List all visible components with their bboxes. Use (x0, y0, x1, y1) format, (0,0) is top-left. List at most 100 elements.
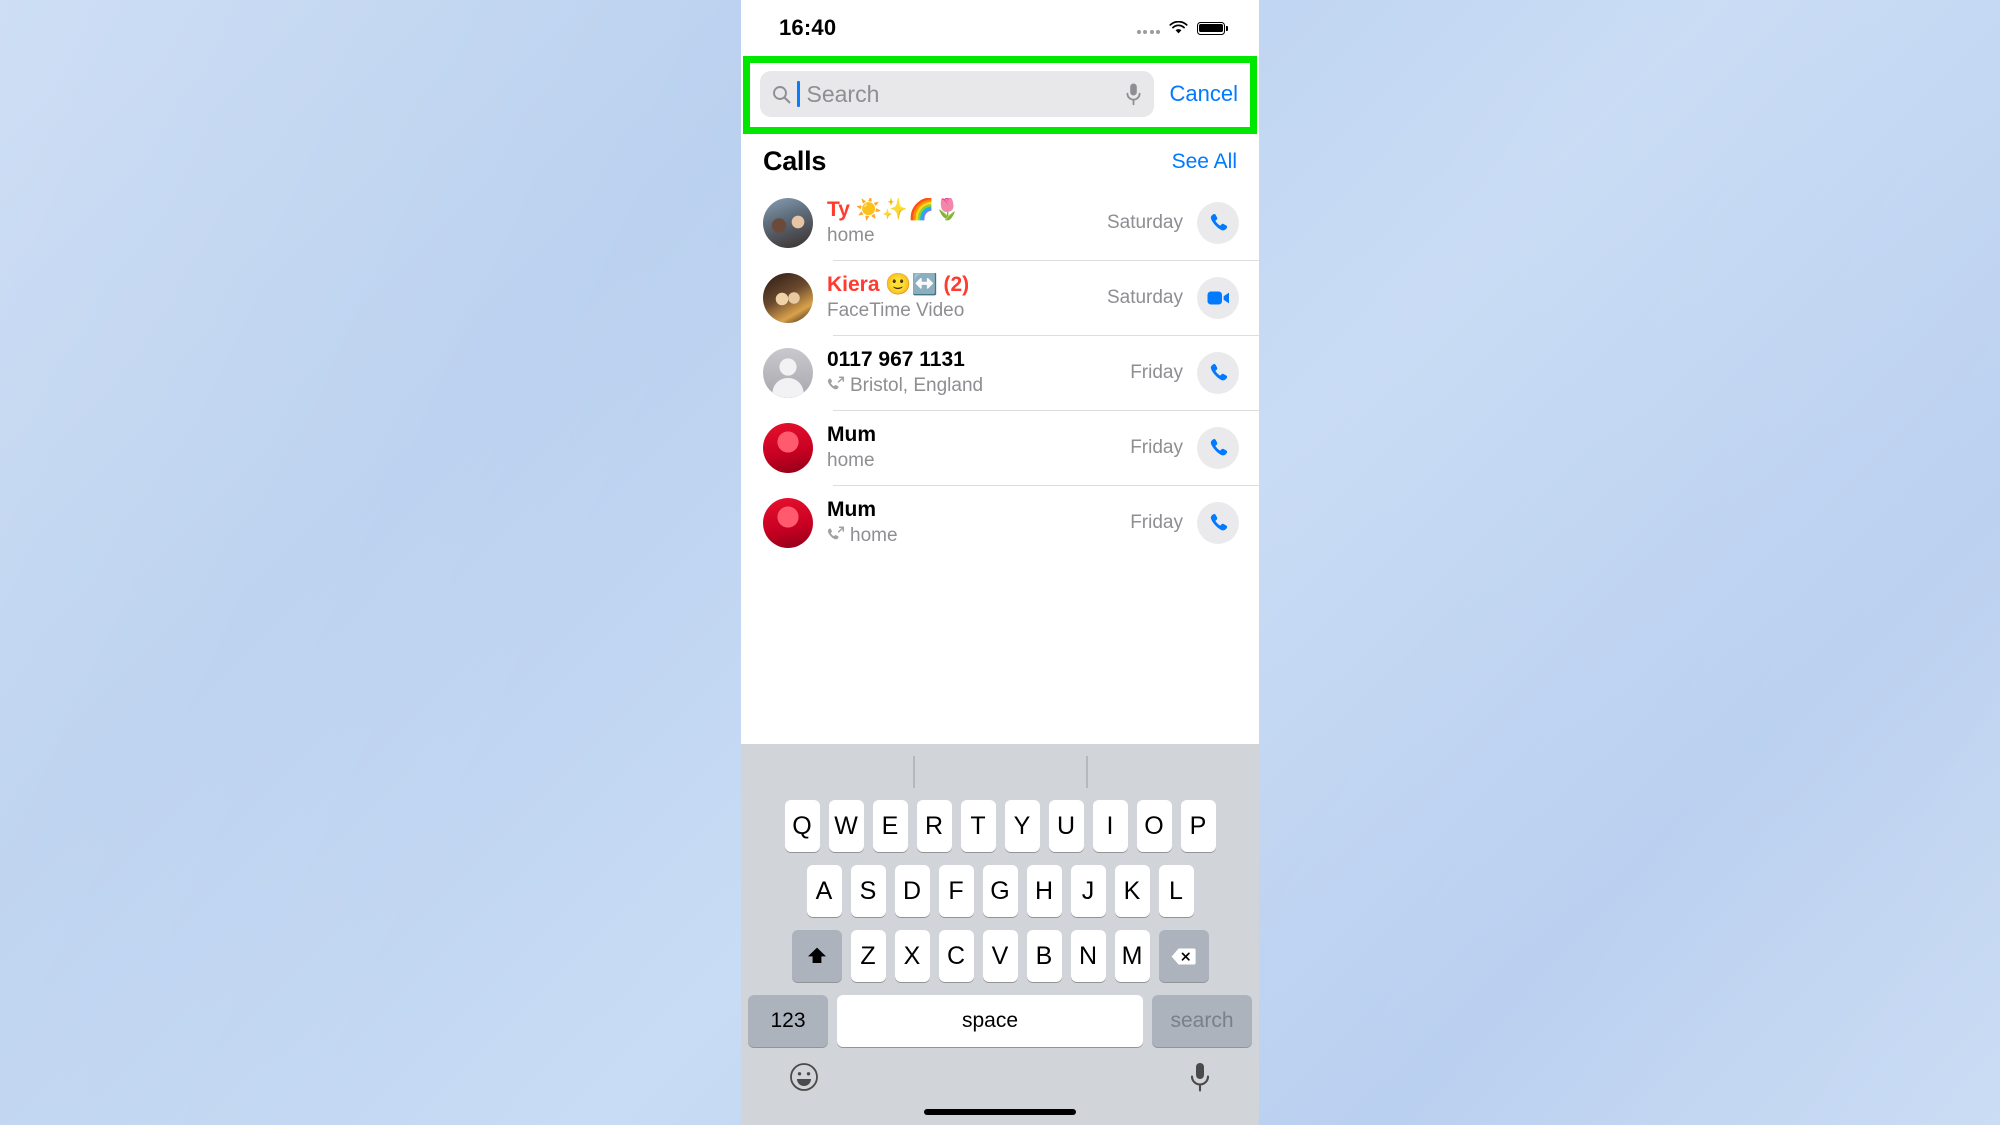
phone-icon[interactable] (1197, 501, 1239, 544)
caller-name: 0117 967 1131 (827, 348, 965, 371)
key-o[interactable]: O (1136, 800, 1172, 852)
call-timestamp: Saturday (1106, 286, 1183, 308)
avatar (763, 347, 813, 398)
keyboard-rows: QWERTYUIOP ASDFGHJKL ZXCVBNM 123 space s… (741, 800, 1259, 1047)
magnifier-icon (772, 85, 791, 104)
key-s[interactable]: S (850, 865, 886, 917)
table-row[interactable]: Kiera 🙂↔️ (2) FaceTime Video Saturday (741, 260, 1259, 335)
keyboard-row-3: ZXCVBNM (746, 930, 1254, 982)
wifi-icon (1169, 20, 1188, 35)
search-bar[interactable]: Search Cancel (760, 71, 1240, 117)
smiley-face-icon[interactable] (789, 1062, 819, 1097)
outgoing-call-icon (827, 375, 845, 397)
search-bar-highlight: Search Cancel (743, 56, 1257, 134)
key-h[interactable]: H (1026, 865, 1062, 917)
key-y[interactable]: Y (1004, 800, 1040, 852)
keyboard-row-4: 123 space search (746, 995, 1254, 1047)
key-p[interactable]: P (1180, 800, 1216, 852)
key-i[interactable]: I (1092, 800, 1128, 852)
avatar (763, 497, 813, 548)
key-z[interactable]: Z (850, 930, 886, 982)
call-detail: home (827, 450, 1130, 472)
call-detail: home (827, 525, 1130, 547)
key-q[interactable]: Q (784, 800, 820, 852)
signal-dots-icon (1136, 22, 1160, 34)
phone-icon[interactable] (1197, 201, 1239, 244)
key-g[interactable]: G (982, 865, 1018, 917)
search-key[interactable]: search (1152, 995, 1252, 1047)
row-meta: Mum home (827, 423, 1130, 472)
search-input[interactable]: Search (760, 71, 1154, 117)
shift-arrow-icon[interactable] (791, 930, 842, 982)
numbers-key[interactable]: 123 (748, 995, 828, 1047)
call-label: Bristol, England (850, 375, 984, 396)
battery-full-icon (1197, 21, 1228, 35)
key-n[interactable]: N (1070, 930, 1106, 982)
caller-name: Ty ☀️✨🌈🌷 (827, 198, 961, 221)
see-all-button[interactable]: See All (1172, 150, 1237, 174)
key-d[interactable]: D (894, 865, 930, 917)
on-screen-keyboard[interactable]: QWERTYUIOP ASDFGHJKL ZXCVBNM 123 space s… (741, 744, 1259, 1125)
text-caret (797, 81, 800, 107)
keyboard-row-2: ASDFGHJKL (746, 865, 1254, 917)
key-j[interactable]: J (1070, 865, 1106, 917)
phone-icon[interactable] (1197, 351, 1239, 394)
avatar (763, 422, 813, 473)
call-timestamp: Saturday (1106, 211, 1183, 233)
cancel-button[interactable]: Cancel (1164, 81, 1240, 107)
table-row[interactable]: Mum home Friday (741, 410, 1259, 485)
call-detail: Bristol, England (827, 375, 1130, 397)
call-label: home (850, 525, 898, 546)
key-f[interactable]: F (938, 865, 974, 917)
keyboard-row-1: QWERTYUIOP (746, 800, 1254, 852)
row-meta: 0117 967 1131 Bristol, England (827, 348, 1130, 397)
key-b[interactable]: B (1026, 930, 1062, 982)
key-l[interactable]: L (1158, 865, 1194, 917)
generic-person-icon (772, 357, 804, 398)
call-label: home (827, 450, 875, 471)
status-bar-time: 16:40 (779, 15, 837, 40)
table-row[interactable]: 0117 967 1131 Bristol, England Friday (741, 335, 1259, 410)
table-row[interactable]: Ty ☀️✨🌈🌷 home Saturday (741, 185, 1259, 260)
keyboard-predictive-strip[interactable] (741, 744, 1259, 800)
status-bar: 16:40 (741, 0, 1259, 56)
phone-screen: 16:40 Search Cancel Calls See All Ty ☀️✨… (741, 0, 1259, 1125)
row-meta: Ty ☀️✨🌈🌷 home (827, 198, 1107, 247)
call-detail: home (827, 225, 1107, 247)
key-e[interactable]: E (872, 800, 908, 852)
call-detail: FaceTime Video (827, 300, 1107, 322)
outgoing-call-icon (827, 525, 845, 547)
key-v[interactable]: V (982, 930, 1018, 982)
microphone-icon[interactable] (1189, 1061, 1211, 1098)
call-label: home (827, 225, 875, 246)
key-r[interactable]: R (916, 800, 952, 852)
table-row[interactable]: Mum home Friday (741, 485, 1259, 560)
row-meta: Kiera 🙂↔️ (2) FaceTime Video (827, 273, 1107, 322)
call-timestamp: Friday (1130, 511, 1183, 533)
caller-name: Kiera 🙂↔️ (2) (827, 273, 970, 296)
caller-name: Mum (827, 423, 876, 446)
key-c[interactable]: C (938, 930, 974, 982)
video-camera-icon[interactable] (1197, 276, 1239, 319)
avatar (763, 197, 813, 248)
caller-name: Mum (827, 498, 876, 521)
key-w[interactable]: W (828, 800, 864, 852)
avatar (763, 272, 813, 323)
key-m[interactable]: M (1114, 930, 1150, 982)
phone-icon[interactable] (1197, 426, 1239, 469)
home-indicator (924, 1109, 1076, 1115)
call-label: FaceTime Video (827, 300, 965, 321)
key-u[interactable]: U (1048, 800, 1084, 852)
key-a[interactable]: A (806, 865, 842, 917)
calls-title: Calls (763, 146, 827, 176)
backspace-icon[interactable] (1158, 930, 1209, 982)
space-key[interactable]: space (837, 995, 1143, 1047)
call-timestamp: Friday (1130, 361, 1183, 383)
key-x[interactable]: X (894, 930, 930, 982)
key-k[interactable]: K (1114, 865, 1150, 917)
row-meta: Mum home (827, 498, 1130, 547)
call-timestamp: Friday (1130, 436, 1183, 458)
calls-list: Ty ☀️✨🌈🌷 home Saturday Kiera 🙂↔️ (2) Fac… (741, 185, 1259, 560)
key-t[interactable]: T (960, 800, 996, 852)
microphone-icon[interactable] (1125, 82, 1142, 107)
